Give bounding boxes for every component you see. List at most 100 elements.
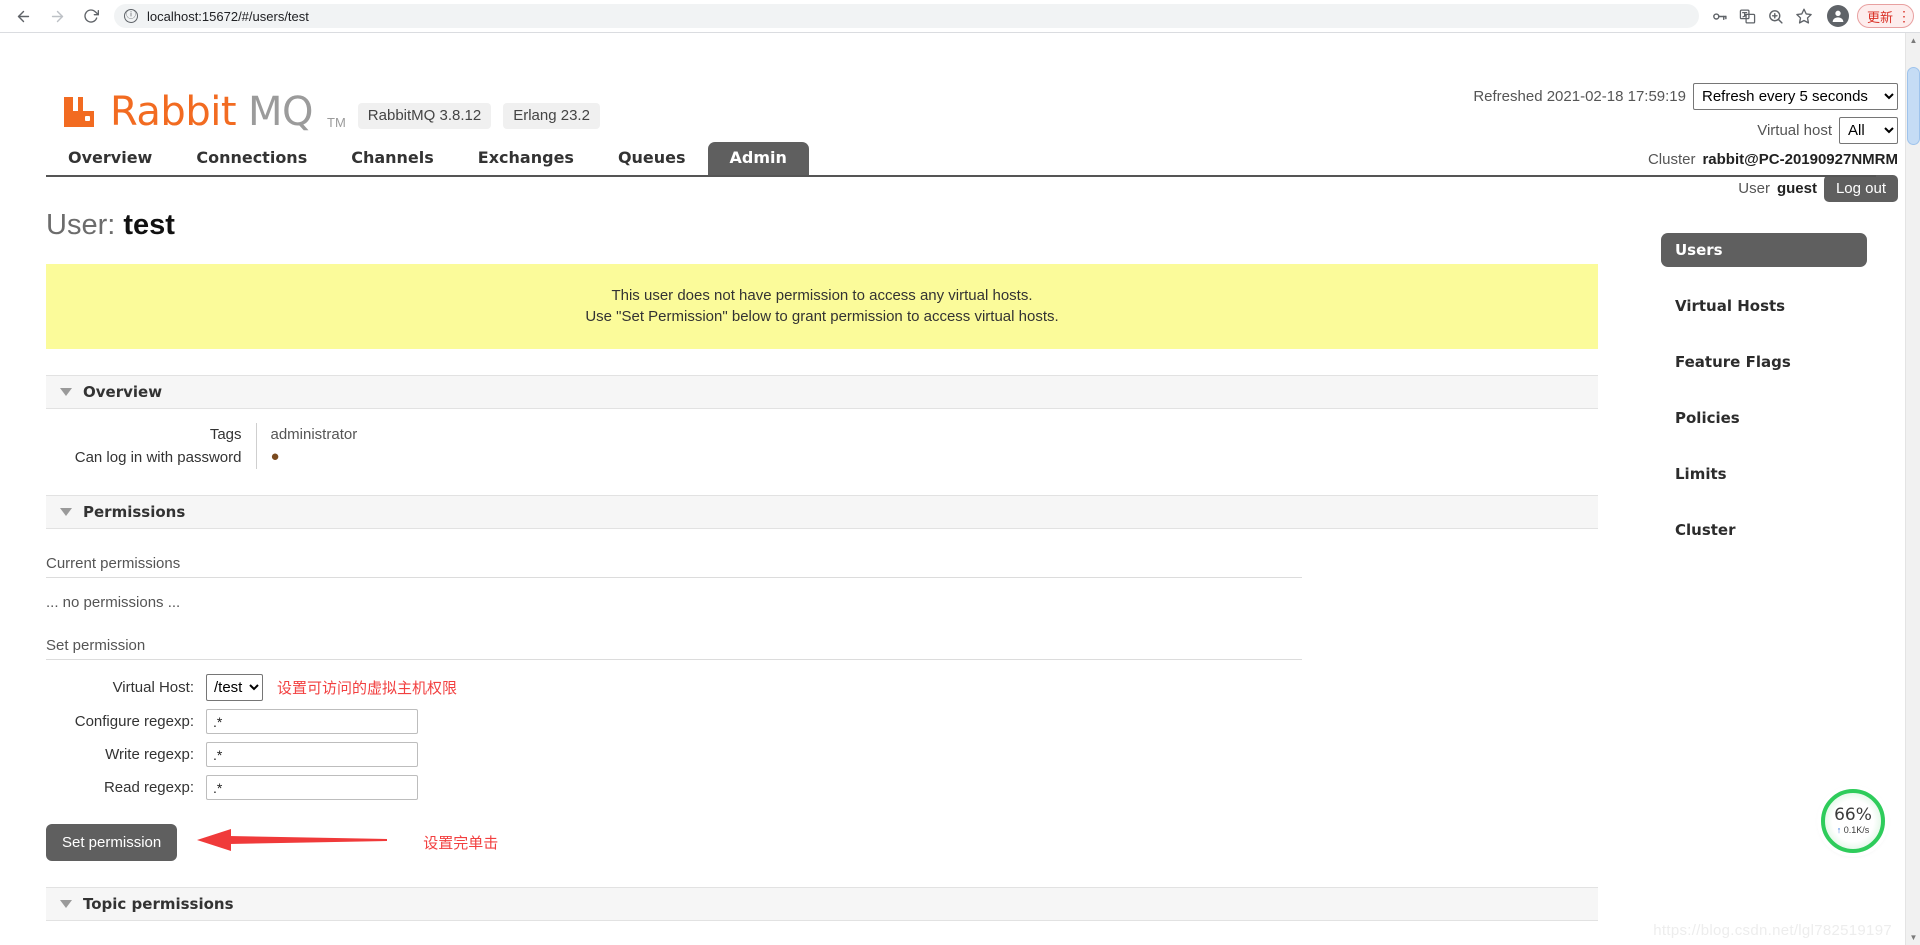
configure-regexp-label: Configure regexp:	[74, 713, 194, 730]
page-title-value: test	[123, 209, 175, 241]
sidebar-item-feature-flags[interactable]: Feature Flags	[1661, 345, 1867, 379]
sidebar-item-limits[interactable]: Limits	[1661, 457, 1867, 491]
forward-arrow-icon[interactable]	[40, 1, 74, 31]
form-row-vhost: Virtual Host: /test/ 设置可访问的虚拟主机权限	[46, 674, 1920, 701]
refresh-row: Refreshed 2021-02-18 17:59:19 Refresh ev…	[1473, 83, 1898, 110]
sidebar-item-users[interactable]: Users	[1661, 233, 1867, 267]
no-permission-warning: This user does not have permission to ac…	[46, 264, 1598, 349]
nav-tab-connections[interactable]: Connections	[174, 142, 329, 175]
logo-trademark: TM	[327, 115, 346, 130]
sidebar-item-virtual-hosts[interactable]: Virtual Hosts	[1661, 289, 1867, 323]
rabbitmq-version-chip: RabbitMQ 3.8.12	[357, 103, 492, 129]
nav-tab-queues[interactable]: Queues	[596, 142, 708, 175]
rabbitmq-logo-icon	[62, 95, 96, 129]
read-regexp-label: Read regexp:	[103, 779, 194, 796]
logo-text-mq: MQ	[248, 89, 314, 135]
page-title: User: test	[46, 209, 1920, 242]
erlang-version-chip: Erlang 23.2	[503, 103, 600, 129]
page-scrollbar[interactable]: ▲ ▼	[1905, 33, 1920, 945]
password-key: Can log in with password	[74, 449, 242, 466]
zoom-icon[interactable]	[1763, 3, 1789, 29]
section-header-topic-permissions[interactable]: Topic permissions	[46, 887, 1598, 921]
current-permissions-value: ... no permissions ...	[46, 594, 181, 611]
scroll-up-arrow-icon[interactable]: ▲	[1906, 33, 1920, 48]
address-bar-url: localhost:15672/#/users/test	[147, 8, 309, 24]
red-arrow-annotation-icon	[197, 827, 388, 858]
warning-line-2: Use "Set Permission" below to grant perm…	[585, 308, 1059, 325]
table-row: Tags administrator	[46, 423, 358, 446]
reload-icon[interactable]	[74, 1, 108, 31]
browser-action-icons: 更新 ⋮	[1707, 3, 1914, 29]
logo-text-rabbit: Rabbit	[110, 89, 237, 135]
network-speed: ↑ 0.1K/s	[1837, 825, 1870, 836]
admin-sidebar: Users Virtual Hosts Feature Flags Policies L…	[1661, 233, 1867, 569]
warning-line-1: This user does not have permission to ac…	[611, 287, 1033, 304]
vhost-annotation-note: 设置可访问的虚拟主机权限	[277, 679, 458, 697]
user-row: User guest Log out	[1473, 175, 1898, 202]
vhost-filter-label: Virtual host	[1757, 122, 1832, 139]
section-header-overview[interactable]: Overview	[46, 375, 1598, 409]
upload-arrow-icon: ↑	[1836, 824, 1842, 835]
configure-regexp-input[interactable]	[206, 709, 418, 734]
write-regexp-input[interactable]	[206, 742, 418, 767]
network-percent: 66%	[1834, 804, 1872, 825]
write-regexp-label: Write regexp:	[105, 746, 194, 763]
table-row: Can log in with password ●	[46, 446, 358, 469]
sidebar-item-policies[interactable]: Policies	[1661, 401, 1867, 435]
nav-tab-channels[interactable]: Channels	[329, 142, 456, 175]
scrollbar-thumb[interactable]	[1907, 67, 1920, 145]
submit-annotation-note: 设置完单击	[423, 834, 499, 852]
rabbitmq-management-page: Rabbit MQ TM RabbitMQ 3.8.12 Erlang 23.2…	[0, 33, 1920, 945]
nav-tab-admin[interactable]: Admin	[707, 142, 809, 175]
section-header-permissions[interactable]: Permissions	[46, 495, 1598, 529]
chrome-menu-icon[interactable]: ⋮	[1897, 9, 1911, 23]
section-title-overview: Overview	[83, 383, 163, 401]
form-row-configure: Configure regexp:	[46, 709, 1920, 734]
current-username: guest	[1776, 180, 1817, 197]
translate-icon[interactable]	[1735, 3, 1761, 29]
address-bar[interactable]: ⓘ localhost:15672/#/users/test	[114, 4, 1699, 28]
nav-tab-exchanges[interactable]: Exchanges	[456, 142, 596, 175]
chrome-update-button[interactable]: 更新 ⋮	[1856, 4, 1914, 28]
page-title-label: User:	[46, 209, 116, 241]
collapse-triangle-icon[interactable]	[60, 900, 72, 908]
refreshed-timestamp: Refreshed 2021-02-18 17:59:19	[1473, 88, 1686, 105]
tags-value: administrator	[255, 423, 358, 446]
site-info-icon[interactable]: ⓘ	[124, 9, 138, 23]
vhost-field-label: Virtual Host:	[112, 679, 194, 696]
main-content: User: test This user does not have permi…	[0, 209, 1920, 945]
watermark: https://blog.csdn.net/lgl782519197	[1653, 922, 1892, 939]
chrome-update-label: 更新	[1866, 9, 1893, 25]
vhost-filter-select[interactable]: All//test	[1839, 117, 1898, 144]
form-row-read: Read regexp:	[46, 775, 1920, 800]
collapse-triangle-icon[interactable]	[60, 388, 72, 396]
main-nav-tabs: Overview Connections Channels Exchanges Queu…	[46, 142, 1876, 177]
section-title-topic-permissions: Topic permissions	[83, 895, 234, 913]
rabbitmq-logo[interactable]: Rabbit MQ TM RabbitMQ 3.8.12 Erlang 23.2	[62, 89, 600, 135]
section-title-permissions: Permissions	[83, 503, 186, 521]
network-speed-widget[interactable]: 66% ↑ 0.1K/s	[1821, 789, 1885, 853]
browser-toolbar: ⓘ localhost:15672/#/users/test 更新 ⋮	[0, 0, 1920, 33]
sidebar-item-cluster[interactable]: Cluster	[1661, 513, 1867, 547]
set-permission-form: Virtual Host: /test/ 设置可访问的虚拟主机权限 Config…	[46, 674, 1920, 861]
user-label: User	[1738, 180, 1770, 197]
refresh-interval-select[interactable]: Refresh every 5 secondsRefresh every 10 …	[1693, 83, 1898, 110]
profile-avatar-icon[interactable]	[1826, 5, 1849, 27]
logout-button[interactable]: Log out	[1823, 175, 1898, 202]
nav-tab-overview[interactable]: Overview	[46, 142, 174, 175]
vhost-row: Virtual host All//test	[1473, 117, 1898, 144]
vhost-select[interactable]: /test/	[206, 674, 263, 701]
user-overview-table: Tags administrator Can log in with passw…	[46, 423, 358, 469]
read-regexp-input[interactable]	[206, 775, 418, 800]
network-speed-value: 0.1K/s	[1843, 824, 1870, 835]
set-permission-button[interactable]: Set permission	[46, 824, 178, 861]
scroll-down-arrow-icon[interactable]: ▼	[1906, 930, 1920, 945]
password-key-icon[interactable]	[1707, 3, 1733, 29]
rabbitmq-header: Rabbit MQ TM RabbitMQ 3.8.12 Erlang 23.2…	[0, 33, 1920, 202]
submit-row: Set permission 设置完单击	[46, 808, 1920, 861]
tags-key: Tags	[209, 426, 242, 443]
form-row-write: Write regexp:	[46, 742, 1920, 767]
collapse-triangle-icon[interactable]	[60, 508, 72, 516]
back-arrow-icon[interactable]	[6, 1, 40, 31]
bookmark-star-icon[interactable]	[1791, 3, 1817, 29]
